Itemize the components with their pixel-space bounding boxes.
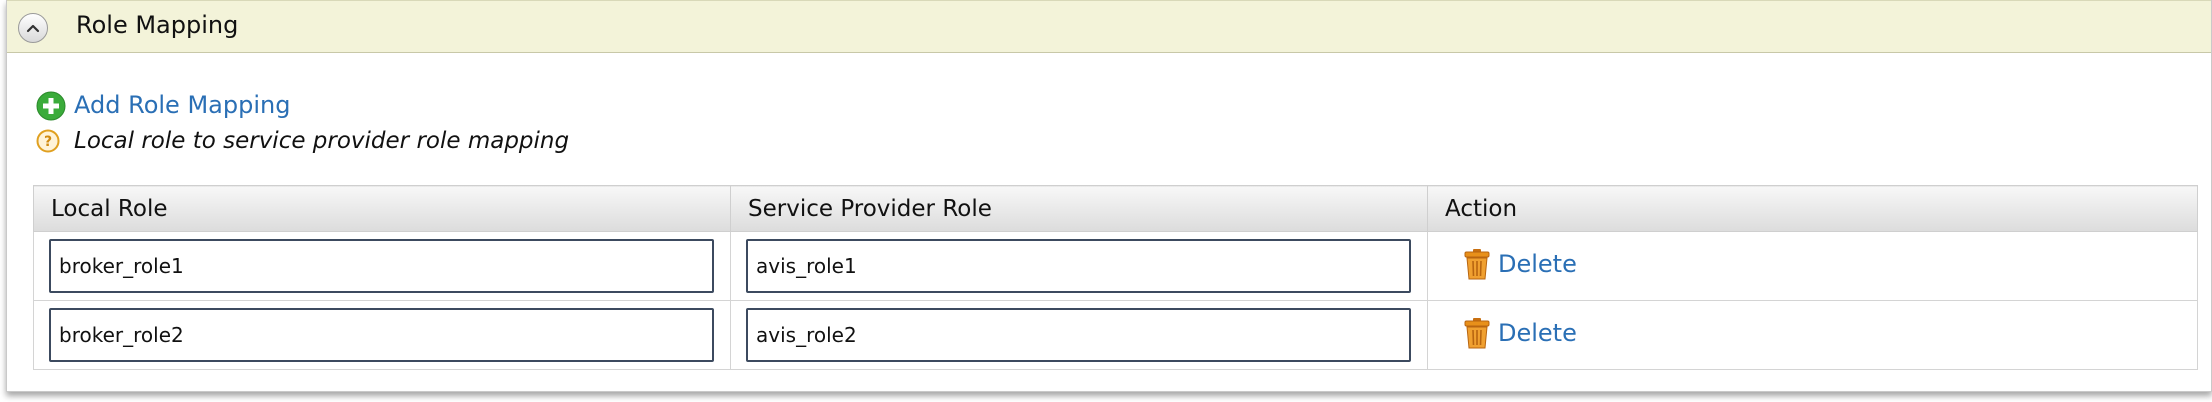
- action-cell: Delete: [1427, 300, 2198, 370]
- sp-role-cell: [730, 300, 1428, 370]
- trash-icon: [1464, 249, 1490, 280]
- panel-title: Role Mapping: [76, 11, 239, 39]
- column-header-local-role: Local Role: [33, 185, 731, 232]
- table-row: Delete: [33, 231, 2198, 301]
- add-role-mapping-link[interactable]: Add Role Mapping: [74, 91, 290, 119]
- delete-label: Delete: [1498, 319, 1577, 347]
- role-mapping-table: Local Role Service Provider Role Action: [33, 185, 2198, 370]
- column-header-service-provider-role: Service Provider Role: [730, 185, 1428, 232]
- chevron-up-icon: [26, 24, 40, 33]
- delete-button[interactable]: Delete: [1464, 248, 1577, 280]
- action-cell: Delete: [1427, 231, 2198, 301]
- column-header-action: Action: [1427, 185, 2198, 232]
- role-mapping-panel: Role Mapping Add Role Mapping ? Local ro…: [6, 0, 2212, 392]
- local-role-input[interactable]: [49, 308, 714, 362]
- local-role-cell: [33, 231, 731, 301]
- delete-button[interactable]: Delete: [1464, 317, 1577, 349]
- table-row: Delete: [33, 300, 2198, 370]
- sp-role-input[interactable]: [746, 308, 1411, 362]
- sp-role-cell: [730, 231, 1428, 301]
- plus-circle-icon[interactable]: [36, 91, 66, 121]
- local-role-cell: [33, 300, 731, 370]
- local-role-input[interactable]: [49, 239, 714, 293]
- help-text: Local role to service provider role mapp…: [74, 128, 570, 154]
- svg-text:?: ?: [44, 134, 52, 150]
- sp-role-input[interactable]: [746, 239, 1411, 293]
- trash-icon: [1464, 318, 1490, 349]
- panel-header: Role Mapping: [7, 0, 2211, 53]
- table-header-row: Local Role Service Provider Role Action: [33, 185, 2198, 232]
- delete-label: Delete: [1498, 250, 1577, 278]
- question-circle-icon: ?: [36, 129, 60, 153]
- collapse-button[interactable]: [18, 13, 48, 43]
